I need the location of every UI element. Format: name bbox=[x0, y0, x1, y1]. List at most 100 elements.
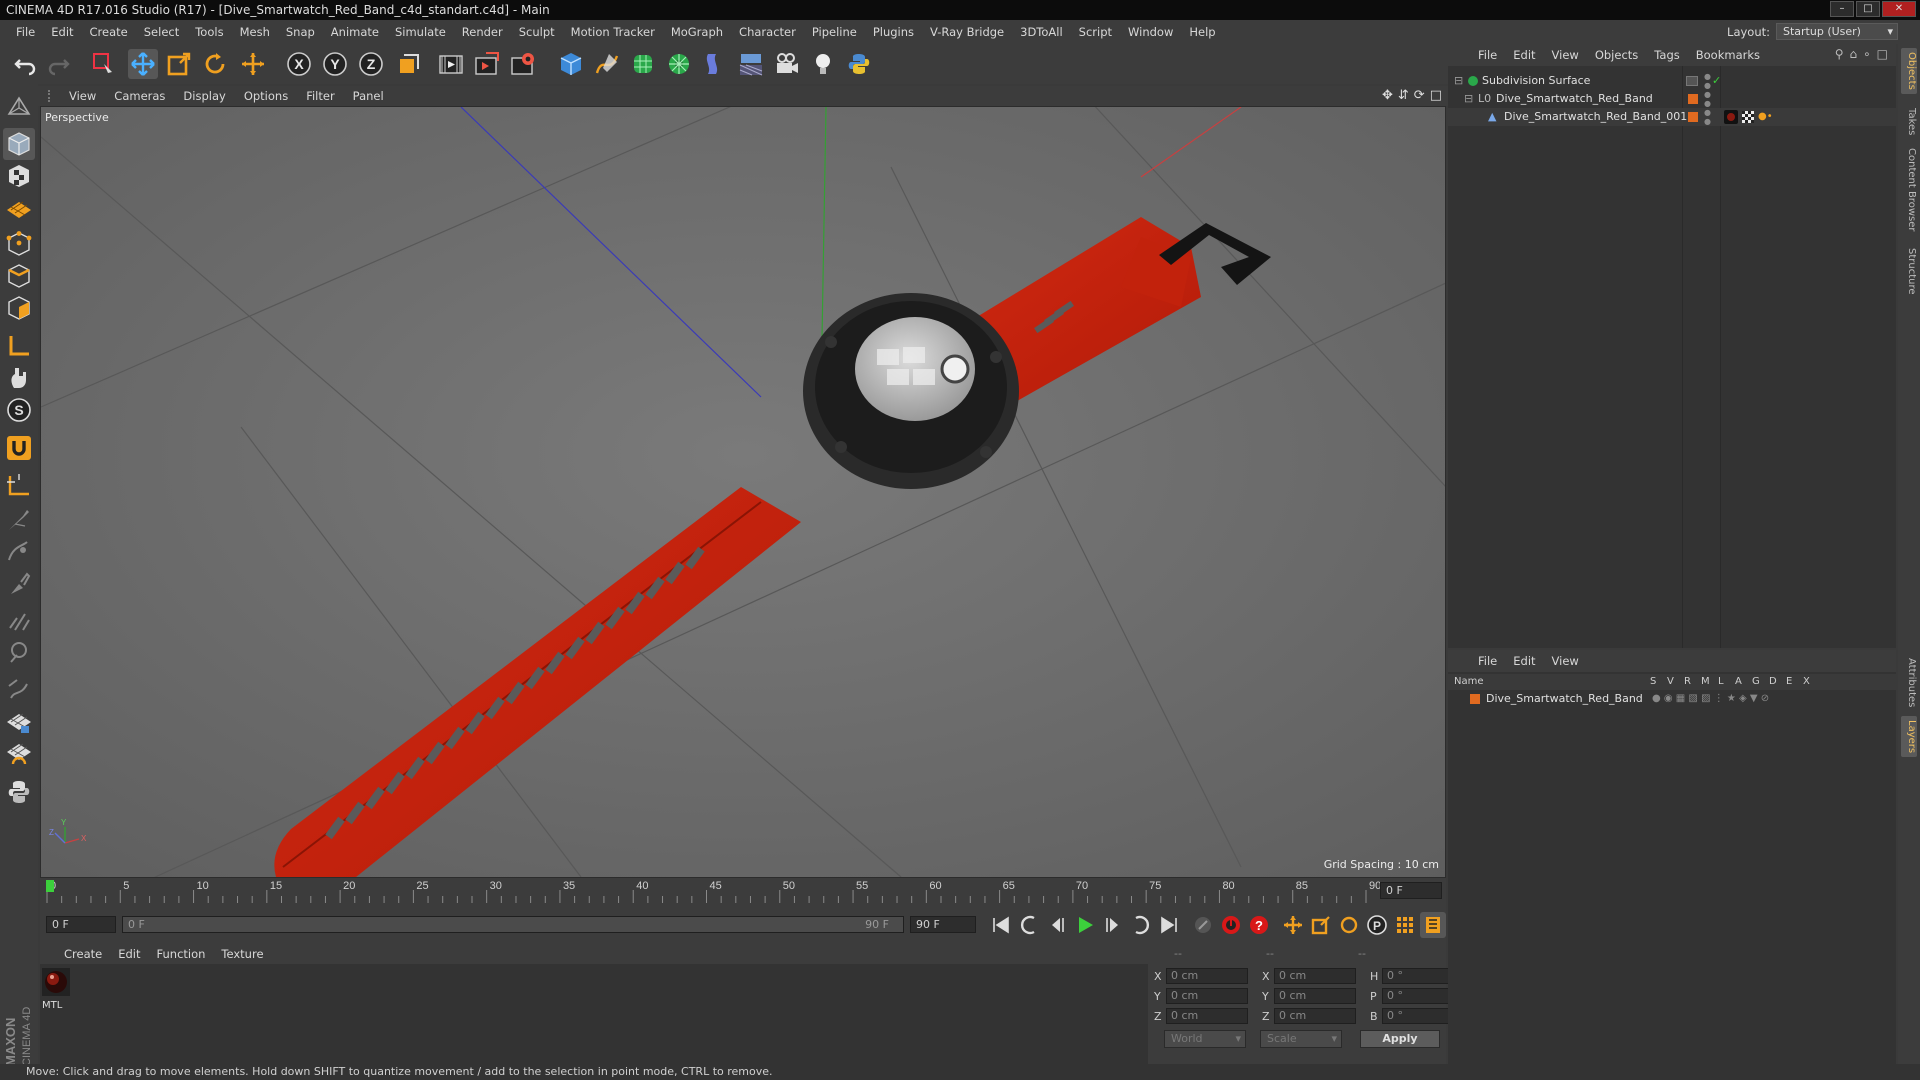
go-to-end-button[interactable] bbox=[1156, 912, 1182, 938]
viewport-rotate-icon[interactable]: ⟳ bbox=[1414, 88, 1425, 103]
world-coord-icon[interactable] bbox=[394, 49, 424, 79]
viewport-menu-options[interactable]: Options bbox=[235, 89, 297, 103]
search-icon[interactable]: ⚲ bbox=[1835, 47, 1844, 61]
pos-y-field[interactable]: 0 cm bbox=[1166, 988, 1248, 1004]
edit-render-settings-icon[interactable] bbox=[508, 49, 538, 79]
tweak-mode-icon[interactable] bbox=[3, 362, 35, 394]
lock-workplane-icon[interactable] bbox=[3, 706, 35, 738]
material-tag-icon[interactable] bbox=[1724, 110, 1738, 124]
floor-icon[interactable] bbox=[736, 49, 766, 79]
iron-icon[interactable] bbox=[3, 604, 35, 636]
camera-icon[interactable] bbox=[772, 49, 802, 79]
viewport-menu-display[interactable]: Display bbox=[174, 89, 234, 103]
layer-col-m[interactable]: M bbox=[1701, 674, 1710, 690]
layer-row[interactable]: Dive_Smartwatch_Red_Band ● ◉ ▦ ▧ ▨ ⋮ ★ ◈… bbox=[1448, 690, 1896, 708]
viewport-move-icon[interactable]: ✥ bbox=[1382, 88, 1393, 103]
maximize-button[interactable]: □ bbox=[1856, 1, 1880, 17]
pos-z-field[interactable]: 0 cm bbox=[1166, 1008, 1248, 1024]
polygons-mode-icon[interactable] bbox=[3, 292, 35, 324]
key-scale-icon[interactable] bbox=[1308, 912, 1334, 938]
minimize-button[interactable]: – bbox=[1830, 1, 1854, 17]
menu-sculpt[interactable]: Sculpt bbox=[511, 25, 563, 39]
smooth-icon[interactable] bbox=[3, 636, 35, 668]
previous-key-button[interactable] bbox=[1016, 912, 1042, 938]
undo-icon[interactable] bbox=[10, 49, 40, 79]
object-menu-tags[interactable]: Tags bbox=[1646, 48, 1687, 62]
menu-script[interactable]: Script bbox=[1071, 25, 1120, 39]
make-editable-icon[interactable] bbox=[3, 92, 35, 124]
texture-mode-icon[interactable] bbox=[3, 160, 35, 192]
menu-help[interactable]: Help bbox=[1181, 25, 1223, 39]
menu-window[interactable]: Window bbox=[1120, 25, 1181, 39]
layer-col-x[interactable]: X bbox=[1803, 674, 1810, 690]
rotate-icon[interactable] bbox=[200, 49, 230, 79]
cube-icon[interactable] bbox=[556, 49, 586, 79]
menu-character[interactable]: Character bbox=[731, 25, 804, 39]
close-button[interactable]: ✕ bbox=[1882, 1, 1916, 17]
render-picture-viewer-icon[interactable] bbox=[472, 49, 502, 79]
x-axis-icon[interactable]: X bbox=[284, 49, 314, 79]
menu-pipeline[interactable]: Pipeline bbox=[804, 25, 865, 39]
perspective-viewport[interactable]: Z Y X Perspective Grid Spacing : 10 cm bbox=[40, 106, 1446, 878]
layer-menu-file[interactable]: File bbox=[1470, 654, 1505, 668]
play-button[interactable] bbox=[1072, 912, 1098, 938]
tab-structure[interactable]: Structure bbox=[1901, 244, 1917, 299]
material-item[interactable]: MTL bbox=[42, 968, 72, 1011]
tab-takes[interactable]: Takes bbox=[1901, 104, 1917, 139]
new-window-icon[interactable]: □ bbox=[1877, 47, 1888, 61]
viewport-maximize-icon[interactable]: □ bbox=[1430, 88, 1442, 103]
material-menu-edit[interactable]: Edit bbox=[110, 947, 148, 961]
coord-size-select[interactable]: Scale ▾ bbox=[1260, 1030, 1342, 1048]
menu-snap[interactable]: Snap bbox=[278, 25, 323, 39]
go-to-start-button[interactable] bbox=[988, 912, 1014, 938]
layer-col-v[interactable]: V bbox=[1667, 674, 1674, 690]
end-frame-field[interactable]: 90 F bbox=[910, 916, 976, 933]
scale-icon[interactable] bbox=[164, 49, 194, 79]
subdivision-surface-icon[interactable] bbox=[628, 49, 658, 79]
tab-attributes[interactable]: Attributes bbox=[1901, 654, 1917, 711]
tab-objects[interactable]: Objects bbox=[1901, 48, 1917, 94]
visibility-dots[interactable]: ● ● bbox=[1704, 108, 1711, 126]
layer-col-e[interactable]: E bbox=[1786, 674, 1792, 690]
layer-col-name[interactable]: Name bbox=[1454, 674, 1484, 690]
coord-mode-select[interactable]: World ▾ bbox=[1164, 1030, 1246, 1048]
next-frame-button[interactable] bbox=[1100, 912, 1126, 938]
edges-mode-icon[interactable] bbox=[3, 260, 35, 292]
link-icon[interactable]: ∘ bbox=[1863, 47, 1871, 61]
menu-mograph[interactable]: MoGraph bbox=[663, 25, 731, 39]
brush-icon[interactable] bbox=[3, 568, 35, 600]
material-menu-texture[interactable]: Texture bbox=[213, 947, 271, 961]
home-icon[interactable]: ⌂ bbox=[1850, 47, 1858, 61]
layer-menu-view[interactable]: View bbox=[1544, 654, 1587, 668]
start-frame-field[interactable]: 0 F bbox=[46, 916, 116, 933]
object-row-band[interactable]: ⊟ L0 Dive_Smartwatch_Red_Band ● ● bbox=[1448, 90, 1896, 108]
layer-col-l[interactable]: L bbox=[1718, 674, 1724, 690]
visibility-dots[interactable]: ● ● bbox=[1704, 90, 1711, 108]
layer-color-swatch[interactable] bbox=[1688, 112, 1698, 122]
bridge-icon[interactable] bbox=[3, 536, 35, 568]
menu-simulate[interactable]: Simulate bbox=[387, 25, 454, 39]
material-menu-function[interactable]: Function bbox=[149, 947, 214, 961]
redo-icon[interactable] bbox=[44, 49, 74, 79]
python-icon[interactable] bbox=[3, 776, 35, 808]
viewport-menu-view[interactable]: View bbox=[60, 89, 105, 103]
render-view-icon[interactable] bbox=[436, 49, 466, 79]
menu-animate[interactable]: Animate bbox=[323, 25, 387, 39]
timeline-ruler[interactable]: 051015202530354045505560657075808590 0 F bbox=[40, 878, 1446, 904]
size-y-field[interactable]: 0 cm bbox=[1274, 988, 1356, 1004]
autokey-icon[interactable] bbox=[1218, 912, 1244, 938]
python-icon[interactable] bbox=[844, 49, 874, 79]
layer-col-a[interactable]: A bbox=[1735, 674, 1742, 690]
z-axis-icon[interactable]: Z bbox=[356, 49, 386, 79]
solo-icon[interactable]: S bbox=[3, 394, 35, 426]
cloth-icon[interactable] bbox=[3, 674, 35, 706]
keyframe-selection-icon[interactable]: ? bbox=[1246, 912, 1272, 938]
menu-select[interactable]: Select bbox=[136, 25, 187, 39]
texture-tag-icon[interactable] bbox=[1742, 111, 1754, 123]
layer-color-swatch[interactable] bbox=[1470, 694, 1480, 704]
layer-menu-edit[interactable]: Edit bbox=[1505, 654, 1543, 668]
size-x-field[interactable]: 0 cm bbox=[1274, 968, 1356, 984]
material-menu-create[interactable]: Create bbox=[56, 947, 110, 961]
object-menu-bookmarks[interactable]: Bookmarks bbox=[1688, 48, 1768, 62]
timeline-playhead[interactable] bbox=[46, 880, 54, 892]
